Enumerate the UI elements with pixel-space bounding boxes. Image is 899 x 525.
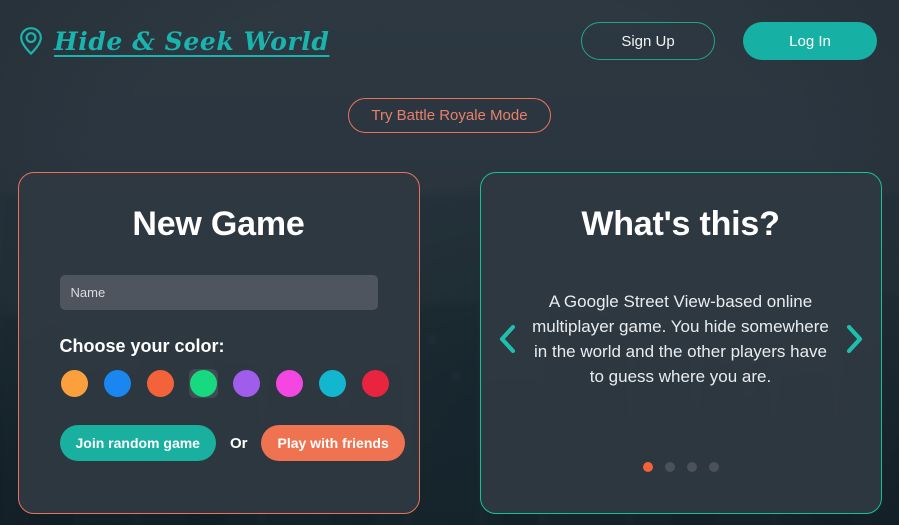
carousel-dots <box>481 462 881 472</box>
color-swatch-orange-red[interactable] <box>146 369 175 398</box>
new-game-form: Choose your color: Join random game Or P… <box>19 275 419 461</box>
color-swatch-list <box>60 369 389 398</box>
info-carousel-text: A Google Street View-based online multip… <box>532 292 829 386</box>
brand-name: Hide & Seek World <box>54 26 330 56</box>
info-carousel-body: A Google Street View-based online multip… <box>481 276 881 402</box>
chevron-left-icon[interactable] <box>495 322 521 356</box>
choose-color-label: Choose your color: <box>59 336 225 356</box>
color-swatch-cyan[interactable] <box>318 369 347 398</box>
color-swatch-green[interactable] <box>188 369 218 398</box>
log-in-button[interactable]: Log In <box>743 22 877 60</box>
info-carousel-title: What's this? <box>581 205 780 243</box>
name-input[interactable] <box>59 275 378 310</box>
color-swatch-magenta[interactable] <box>275 369 304 398</box>
site-header: Hide & Seek World Sign Up Log In <box>0 0 899 82</box>
swatch-dot <box>146 370 174 397</box>
or-separator-label: Or <box>229 434 248 452</box>
color-swatch-purple[interactable] <box>232 369 261 398</box>
info-carousel-card: What's this? A Google Street View-based … <box>479 172 882 514</box>
try-battle-royale-button[interactable]: Try Battle Royale Mode <box>348 98 551 133</box>
join-random-game-button[interactable]: Join random game <box>59 425 216 461</box>
header-actions: Sign Up Log In <box>581 22 877 60</box>
new-game-actions: Join random game Or Play with friends <box>59 425 405 461</box>
map-pin-icon <box>20 27 42 56</box>
color-swatch-orange[interactable] <box>60 369 89 398</box>
swatch-dot <box>189 370 217 397</box>
chevron-right-icon[interactable] <box>841 322 867 356</box>
carousel-dot-2[interactable] <box>664 462 675 472</box>
carousel-dot-4[interactable] <box>708 462 719 472</box>
swatch-dot <box>232 370 260 397</box>
carousel-dot-3[interactable] <box>686 462 697 472</box>
color-swatch-blue[interactable] <box>103 369 132 398</box>
swatch-dot <box>103 370 131 397</box>
sign-up-button[interactable]: Sign Up <box>581 22 715 60</box>
swatch-dot <box>60 370 88 397</box>
swatch-dot <box>361 370 389 397</box>
new-game-title: New Game <box>132 205 305 243</box>
new-game-card: New Game Choose your color: Join random … <box>17 172 420 514</box>
swatch-dot <box>275 370 303 397</box>
cards-row: New Game Choose your color: Join random … <box>0 172 899 516</box>
swatch-dot <box>318 370 346 397</box>
color-swatch-red[interactable] <box>361 369 390 398</box>
play-with-friends-button[interactable]: Play with friends <box>261 425 405 461</box>
carousel-dot-1[interactable] <box>642 462 653 472</box>
brand-logo-link[interactable]: Hide & Seek World <box>18 26 329 56</box>
promo-bar: Try Battle Royale Mode <box>0 98 899 133</box>
